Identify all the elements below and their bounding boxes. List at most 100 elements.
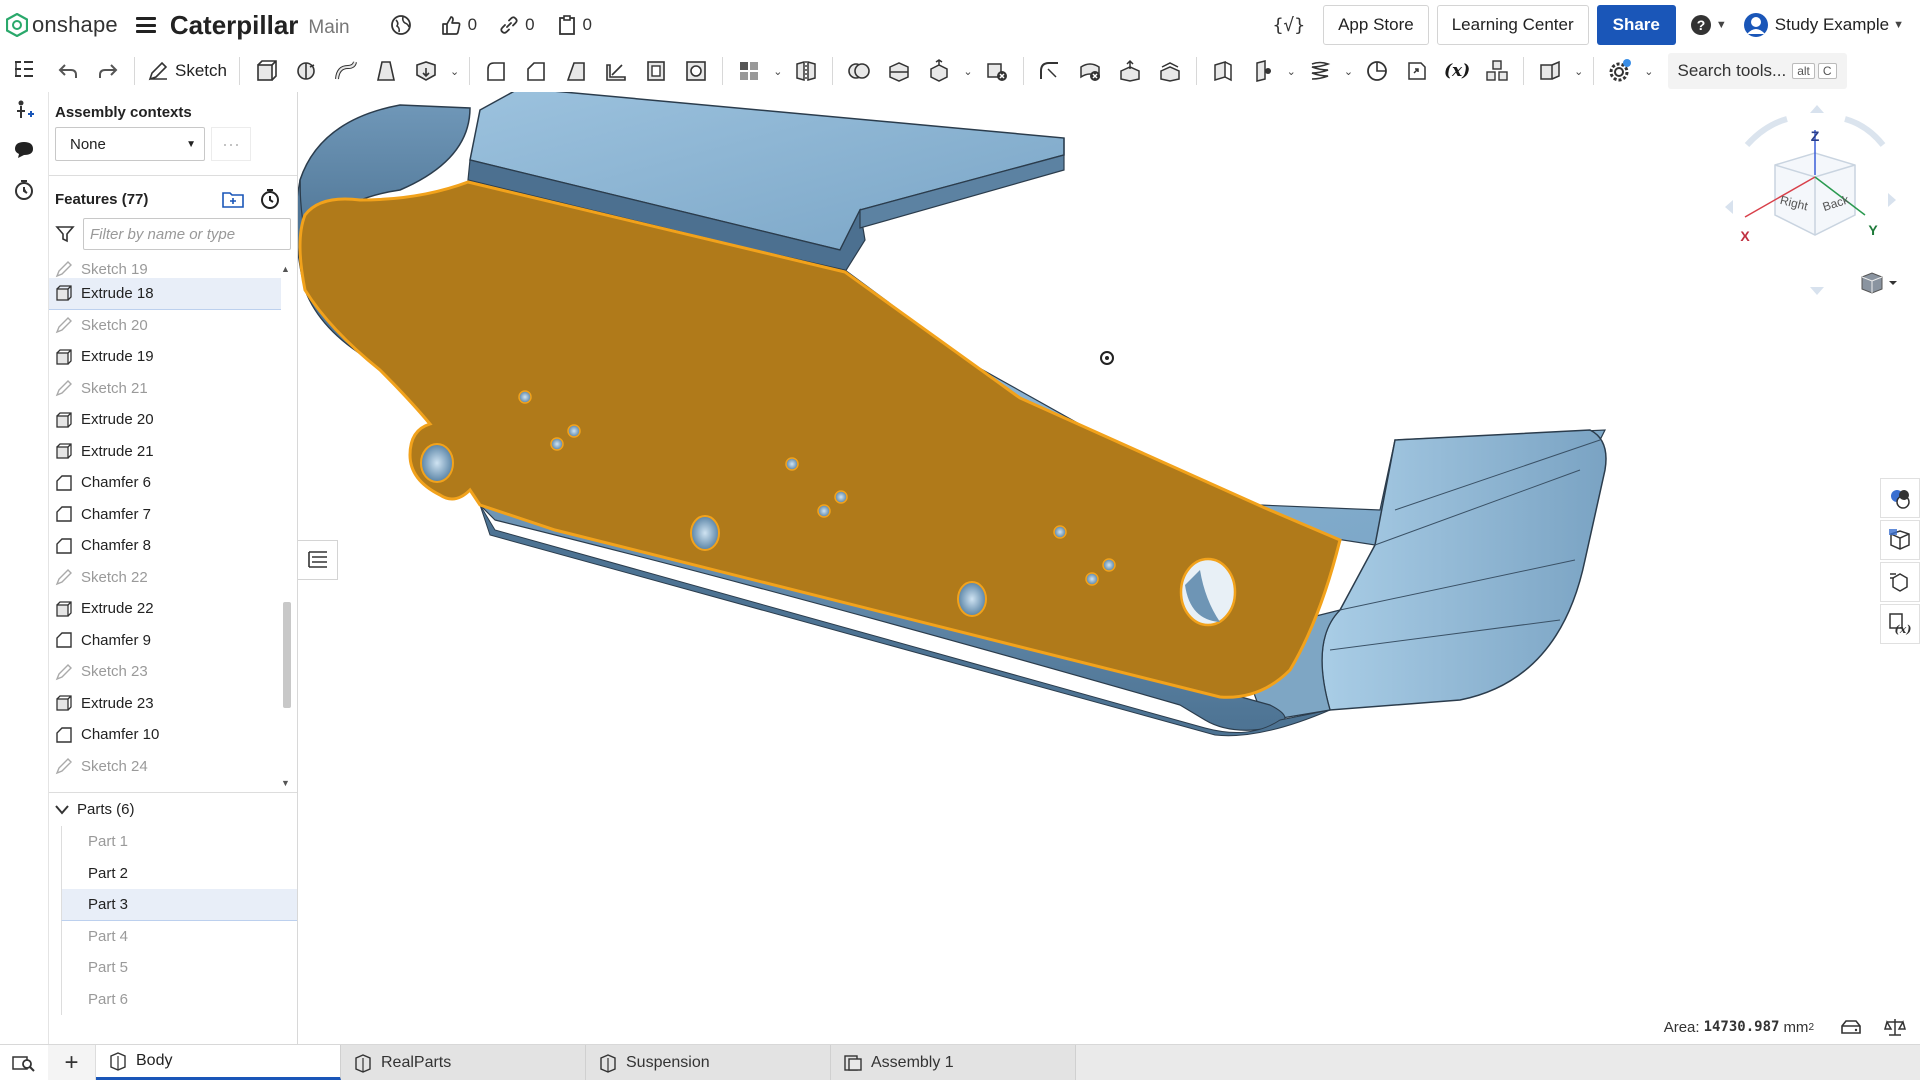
thicken-icon[interactable] — [409, 54, 443, 88]
sweep-icon[interactable] — [329, 54, 363, 88]
feature-item-sketch-20[interactable]: Sketch 20 — [49, 310, 281, 342]
variables-panel-icon[interactable]: (x) — [1880, 604, 1920, 644]
feature-item-sketch-23[interactable]: Sketch 23 — [49, 656, 281, 688]
redo-icon[interactable] — [91, 54, 125, 88]
split-icon[interactable] — [882, 54, 916, 88]
balance-scale-icon[interactable] — [1884, 1017, 1906, 1037]
app-store-button[interactable]: App Store — [1323, 5, 1429, 45]
link-counter[interactable]: 0 — [499, 15, 535, 35]
feature-item-chamfer-6[interactable]: Chamfer 6 — [49, 467, 281, 499]
like-counter[interactable]: 0 — [440, 14, 477, 36]
insert-icon[interactable] — [0, 90, 48, 130]
search-tools-input[interactable]: Search tools... alt C — [1667, 53, 1847, 89]
part-item-part-3[interactable]: Part 3 — [61, 889, 297, 921]
chevron-down-icon[interactable]: ⌄ — [1344, 65, 1353, 78]
feature-item-chamfer-7[interactable]: Chamfer 7 — [49, 499, 281, 531]
mass-properties-icon[interactable] — [1880, 562, 1920, 602]
sheet-metal-icon[interactable] — [1533, 54, 1567, 88]
scroll-thumb[interactable] — [283, 602, 291, 708]
globe-icon[interactable] — [390, 14, 418, 36]
document-branch[interactable]: Main — [308, 17, 349, 39]
configurations-icon[interactable] — [1480, 54, 1514, 88]
graphics-viewport[interactable] — [298, 92, 1920, 1044]
measure-icon[interactable] — [1360, 54, 1394, 88]
hole-icon[interactable] — [679, 54, 713, 88]
chevron-down-icon[interactable]: ⌄ — [1644, 65, 1653, 78]
tab-body[interactable]: Body — [96, 1045, 341, 1080]
custom-features-gear-icon[interactable] — [1603, 54, 1637, 88]
feature-item-chamfer-10[interactable]: Chamfer 10 — [49, 719, 281, 751]
shell-icon[interactable] — [639, 54, 673, 88]
part-item-part-1[interactable]: Part 1 — [61, 826, 297, 858]
feature-item-extrude-21[interactable]: Extrude 21 — [49, 436, 281, 468]
feature-item-chamfer-9[interactable]: Chamfer 9 — [49, 625, 281, 657]
rollback-timer-icon[interactable] — [259, 188, 281, 210]
view-cube[interactable]: Z X Y Right Back — [1715, 105, 1915, 305]
tab-suspension[interactable]: Suspension — [586, 1045, 831, 1080]
extrude-icon[interactable] — [249, 54, 283, 88]
chevron-down-icon[interactable]: ⌄ — [450, 65, 459, 78]
add-folder-icon[interactable] — [221, 188, 245, 210]
onshape-logo[interactable]: onshape — [6, 12, 118, 38]
feature-filter-input[interactable]: Filter by name or type — [83, 218, 291, 250]
feature-item-chamfer-8[interactable]: Chamfer 8 — [49, 530, 281, 562]
menu-icon[interactable] — [135, 17, 156, 33]
tab-realparts[interactable]: RealParts — [341, 1045, 586, 1080]
derived-icon[interactable] — [1400, 54, 1434, 88]
sketch-button[interactable]: Sketch — [141, 60, 233, 82]
chevron-down-icon[interactable]: ⌄ — [1574, 65, 1583, 78]
replace-face-icon[interactable] — [1153, 54, 1187, 88]
filter-icon[interactable] — [55, 224, 75, 244]
plane-icon[interactable] — [1206, 54, 1240, 88]
chevron-down-icon[interactable]: ⌄ — [963, 65, 972, 78]
history-icon[interactable] — [0, 170, 48, 210]
modify-fillet-icon[interactable] — [1033, 54, 1067, 88]
loft-icon[interactable] — [369, 54, 403, 88]
mate-connector-icon[interactable] — [1246, 54, 1280, 88]
revolve-icon[interactable] — [289, 54, 323, 88]
feature-list-icon[interactable] — [0, 50, 48, 90]
comments-icon[interactable] — [0, 130, 48, 170]
copy-counter[interactable]: 0 — [557, 14, 592, 36]
part-item-part-6[interactable]: Part 6 — [61, 983, 297, 1015]
display-states-icon[interactable] — [1880, 520, 1920, 560]
add-tab-button[interactable]: + — [48, 1045, 96, 1080]
mirror-icon[interactable] — [789, 54, 823, 88]
feature-item-extrude-22[interactable]: Extrude 22 — [49, 593, 281, 625]
fillet-icon[interactable] — [479, 54, 513, 88]
feature-item-sketch-24[interactable]: Sketch 24 — [49, 751, 281, 783]
chevron-down-icon[interactable]: ⌄ — [773, 65, 782, 78]
feature-item-extrude-18[interactable]: Extrude 18 — [49, 278, 281, 310]
help-button[interactable]: ? ▼ — [1690, 14, 1731, 36]
document-title[interactable]: Caterpillar — [170, 10, 299, 41]
part-item-part-5[interactable]: Part 5 — [61, 952, 297, 984]
chamfer-icon[interactable] — [519, 54, 553, 88]
part-item-part-2[interactable]: Part 2 — [61, 857, 297, 889]
feature-item-sketch-21[interactable]: Sketch 21 — [49, 373, 281, 405]
delete-face-icon[interactable] — [1073, 54, 1107, 88]
appearance-icon[interactable] — [1880, 478, 1920, 518]
draft-icon[interactable] — [559, 54, 593, 88]
feature-item-extrude-19[interactable]: Extrude 19 — [49, 341, 281, 373]
undo-icon[interactable] — [51, 54, 85, 88]
tab-assembly-1[interactable]: Assembly 1 — [831, 1045, 1076, 1080]
scroll-up-icon[interactable]: ▲ — [281, 264, 290, 274]
transform-icon[interactable] — [922, 54, 956, 88]
context-more-button[interactable]: ··· — [211, 127, 251, 161]
pattern-icon[interactable] — [732, 54, 766, 88]
variable-icon[interactable]: (x) — [1440, 54, 1474, 88]
hard-disk-icon[interactable] — [1840, 1018, 1862, 1036]
helix-icon[interactable] — [1303, 54, 1337, 88]
tab-search-icon[interactable] — [0, 1045, 48, 1080]
parts-header[interactable]: Parts (6) — [49, 792, 297, 826]
feature-item-sketch-22[interactable]: Sketch 22 — [49, 562, 281, 594]
chevron-down-icon[interactable]: ⌄ — [1287, 65, 1296, 78]
feature-item-sketch-19[interactable]: Sketch 19 — [49, 260, 281, 278]
feature-list-scrollbar[interactable]: ▲ ▼ — [279, 264, 293, 788]
learning-center-button[interactable]: Learning Center — [1436, 5, 1589, 45]
scroll-down-icon[interactable]: ▼ — [281, 778, 290, 788]
user-menu[interactable]: Study Example ▼ — [1743, 12, 1908, 38]
feature-item-extrude-20[interactable]: Extrude 20 — [49, 404, 281, 436]
boolean-icon[interactable] — [842, 54, 876, 88]
variable-studio-icon[interactable]: {√} — [1273, 15, 1306, 36]
